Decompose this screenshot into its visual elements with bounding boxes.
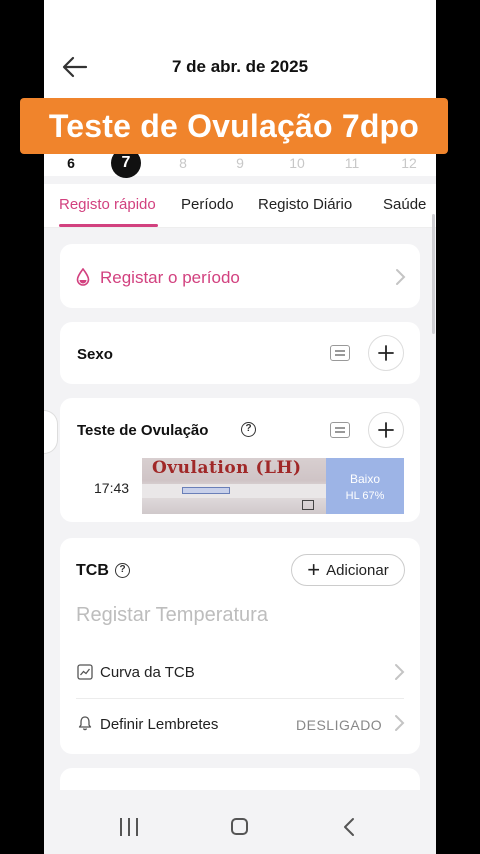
tab-registo-rapido[interactable]: Registo rápido — [59, 196, 156, 213]
bbt-card: TCB ? + Adicionar Registar Temperatura C… — [60, 538, 420, 754]
test-strip-mark — [302, 500, 314, 510]
tab-bar: Registo rápido Período Registo Diário Sa… — [44, 184, 436, 228]
test-strip — [142, 484, 326, 498]
home-icon[interactable] — [231, 818, 248, 835]
plus-icon — [378, 422, 394, 438]
period-card[interactable]: Registar o período — [60, 244, 420, 308]
register-period-label: Registar o período — [100, 268, 240, 287]
note-icon[interactable] — [330, 345, 350, 361]
header: 7 de abr. de 2025 — [44, 0, 436, 112]
scrollbar[interactable] — [432, 214, 435, 334]
result-value: HL 67% — [345, 490, 385, 502]
set-reminders-label[interactable]: Definir Lembretes — [100, 716, 218, 733]
bbt-curve-label[interactable]: Curva da TCB — [100, 664, 195, 681]
recent-apps-icon[interactable] — [120, 818, 138, 836]
reminders-status: DESLIGADO — [296, 717, 383, 733]
sex-card: Sexo — [60, 322, 420, 384]
tab-periodo[interactable]: Período — [181, 196, 234, 213]
result-label: Baixo — [349, 472, 381, 486]
help-icon[interactable]: ? — [115, 563, 130, 578]
tab-active-indicator — [59, 224, 158, 227]
video-caption-banner: Teste de Ovulação 7dpo — [20, 98, 448, 154]
help-icon[interactable]: ? — [241, 422, 256, 437]
chevron-right-icon — [395, 715, 405, 731]
test-photo-text: Ovulation (LH) — [152, 458, 302, 478]
system-nav-bar — [44, 790, 436, 854]
add-ovulation-test-button[interactable] — [368, 412, 404, 448]
drop-icon — [76, 268, 90, 286]
date-title: 7 de abr. de 2025 — [171, 57, 309, 76]
tab-registo-diario[interactable]: Registo Diário — [258, 196, 352, 213]
ovulation-test-card: Teste de Ovulação ? 17:43 Ovulation (LH)… — [60, 398, 420, 522]
chart-icon — [77, 664, 93, 680]
sex-title: Sexo — [77, 346, 113, 363]
ovulation-test-title: Teste de Ovulação — [77, 422, 209, 439]
bbt-title: TCB — [76, 562, 109, 579]
test-strip-band — [182, 487, 230, 494]
add-button-label: Adicionar — [326, 561, 389, 579]
chevron-right-icon — [395, 664, 405, 680]
result-badge[interactable]: Baixo HL 67% — [326, 458, 404, 514]
ovulation-test-photo[interactable]: Ovulation (LH) — [142, 458, 326, 514]
chevron-right-icon — [396, 269, 406, 285]
back-icon[interactable] — [340, 816, 360, 838]
test-entry-time: 17:43 — [94, 480, 130, 496]
plus-icon — [378, 345, 394, 361]
plus-icon: + — [307, 557, 321, 582]
tab-saude[interactable]: Saúde — [383, 196, 426, 213]
note-icon[interactable] — [330, 422, 350, 438]
add-sex-button[interactable] — [368, 335, 404, 371]
add-temperature-button[interactable]: + Adicionar — [291, 554, 405, 586]
side-panel-handle[interactable] — [44, 410, 58, 454]
bell-icon — [78, 716, 92, 731]
register-temperature-placeholder[interactable]: Registar Temperatura — [76, 604, 268, 627]
divider — [76, 698, 404, 699]
